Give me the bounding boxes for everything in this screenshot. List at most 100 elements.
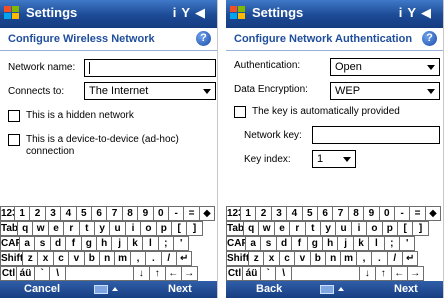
start-menu-icon[interactable] [4,6,20,21]
key[interactable]: áü [242,266,261,281]
volume-icon[interactable]: ◀ [421,5,436,20]
key[interactable]: f [65,236,82,251]
key[interactable]: ← [390,266,408,281]
key[interactable]: , [355,251,373,266]
key[interactable]: ' [173,236,190,251]
key[interactable]: n [325,251,342,266]
volume-icon[interactable]: ◀ [195,5,210,20]
key[interactable]: . [145,251,162,266]
key[interactable]: = [183,206,200,221]
key[interactable]: o [366,221,383,236]
data-encryption-dropdown[interactable]: WEP [330,82,440,100]
key[interactable]: j [111,236,128,251]
key[interactable]: \ [275,266,292,281]
key[interactable]: ; [157,236,174,251]
key[interactable]: m [114,251,131,266]
key[interactable]: k [126,236,144,251]
key[interactable]: áü [16,266,35,281]
key[interactable]: → [406,266,424,281]
key[interactable]: e [47,221,65,236]
key[interactable]: 1 [14,206,31,221]
key[interactable]: g [306,236,323,251]
next-softkey[interactable]: Next [394,283,418,295]
key[interactable]: 3 [44,206,62,221]
key[interactable]: 6 [317,206,334,221]
help-icon[interactable]: ? [196,31,211,46]
key[interactable]: 9 [137,206,154,221]
key[interactable]: 6 [91,206,108,221]
cancel-softkey[interactable]: Cancel [24,283,60,295]
key[interactable]: a [19,236,36,251]
key[interactable]: ` [260,266,277,281]
key[interactable]: k [352,236,370,251]
key[interactable]: 2 [255,206,272,221]
status-icons[interactable]: iY◀ [399,5,436,21]
key[interactable]: [ [397,221,414,236]
input-panel-arrow-icon[interactable] [338,287,344,291]
key[interactable]: 0 [152,206,169,221]
key[interactable]: 2 [29,206,46,221]
key[interactable]: ↑ [148,266,166,281]
key[interactable]: y [94,221,111,236]
key[interactable]: t [304,221,321,236]
key[interactable]: Shift [226,251,249,266]
key[interactable]: j [337,236,354,251]
key-index-dropdown[interactable]: 1 [312,150,356,168]
key[interactable]: ↓ [358,266,376,281]
key[interactable]: CAP [0,236,20,251]
input-panel-arrow-icon[interactable] [112,287,118,291]
key[interactable]: o [140,221,157,236]
key[interactable]: d [49,236,67,251]
soft-keyboard[interactable]: 1231234567890-=◆Tabqwertyuiop[]CAPasdfgh… [226,206,443,281]
key[interactable]: w [32,221,49,236]
key[interactable]: c [278,251,296,266]
key[interactable]: h [96,236,113,251]
key[interactable] [290,266,360,281]
key[interactable]: ◆ [424,206,442,221]
key[interactable]: c [52,251,70,266]
key[interactable]: e [273,221,291,236]
key[interactable]: l [368,236,385,251]
key[interactable]: 123 [0,206,15,221]
key[interactable]: d [275,236,293,251]
key[interactable]: 123 [226,206,241,221]
key[interactable]: u [109,221,126,236]
authentication-dropdown[interactable]: Open [330,58,440,76]
key[interactable] [64,266,134,281]
keyboard-icon[interactable] [94,285,108,294]
key[interactable]: f [291,236,308,251]
keyboard-icon[interactable] [320,285,334,294]
key[interactable]: = [409,206,426,221]
key[interactable]: r [289,221,306,236]
key[interactable]: 5 [301,206,318,221]
key[interactable]: p [381,221,398,236]
key[interactable]: Shift [0,251,23,266]
network-key-input[interactable] [312,126,440,144]
key[interactable]: CAP [226,236,246,251]
key[interactable]: g [80,236,97,251]
key[interactable]: y [320,221,337,236]
key[interactable]: ↓ [132,266,150,281]
key[interactable]: 5 [75,206,92,221]
key[interactable]: t [78,221,95,236]
key[interactable]: z [22,251,39,266]
key[interactable]: 9 [363,206,380,221]
key[interactable]: r [63,221,80,236]
key[interactable]: a [245,236,262,251]
key[interactable]: ' [399,236,416,251]
key[interactable]: . [371,251,388,266]
key[interactable]: 4 [286,206,303,221]
key[interactable]: - [168,206,185,221]
key[interactable]: [ [171,221,188,236]
next-softkey[interactable]: Next [168,283,192,295]
key[interactable]: ← [164,266,182,281]
key[interactable]: u [335,221,352,236]
key[interactable]: x [263,251,280,266]
key[interactable]: Ctl [226,266,243,281]
key[interactable]: q [17,221,34,236]
key[interactable]: 3 [270,206,288,221]
key[interactable]: z [248,251,265,266]
key[interactable]: Tab [226,221,244,236]
key[interactable]: ◆ [198,206,216,221]
key[interactable]: h [322,236,339,251]
